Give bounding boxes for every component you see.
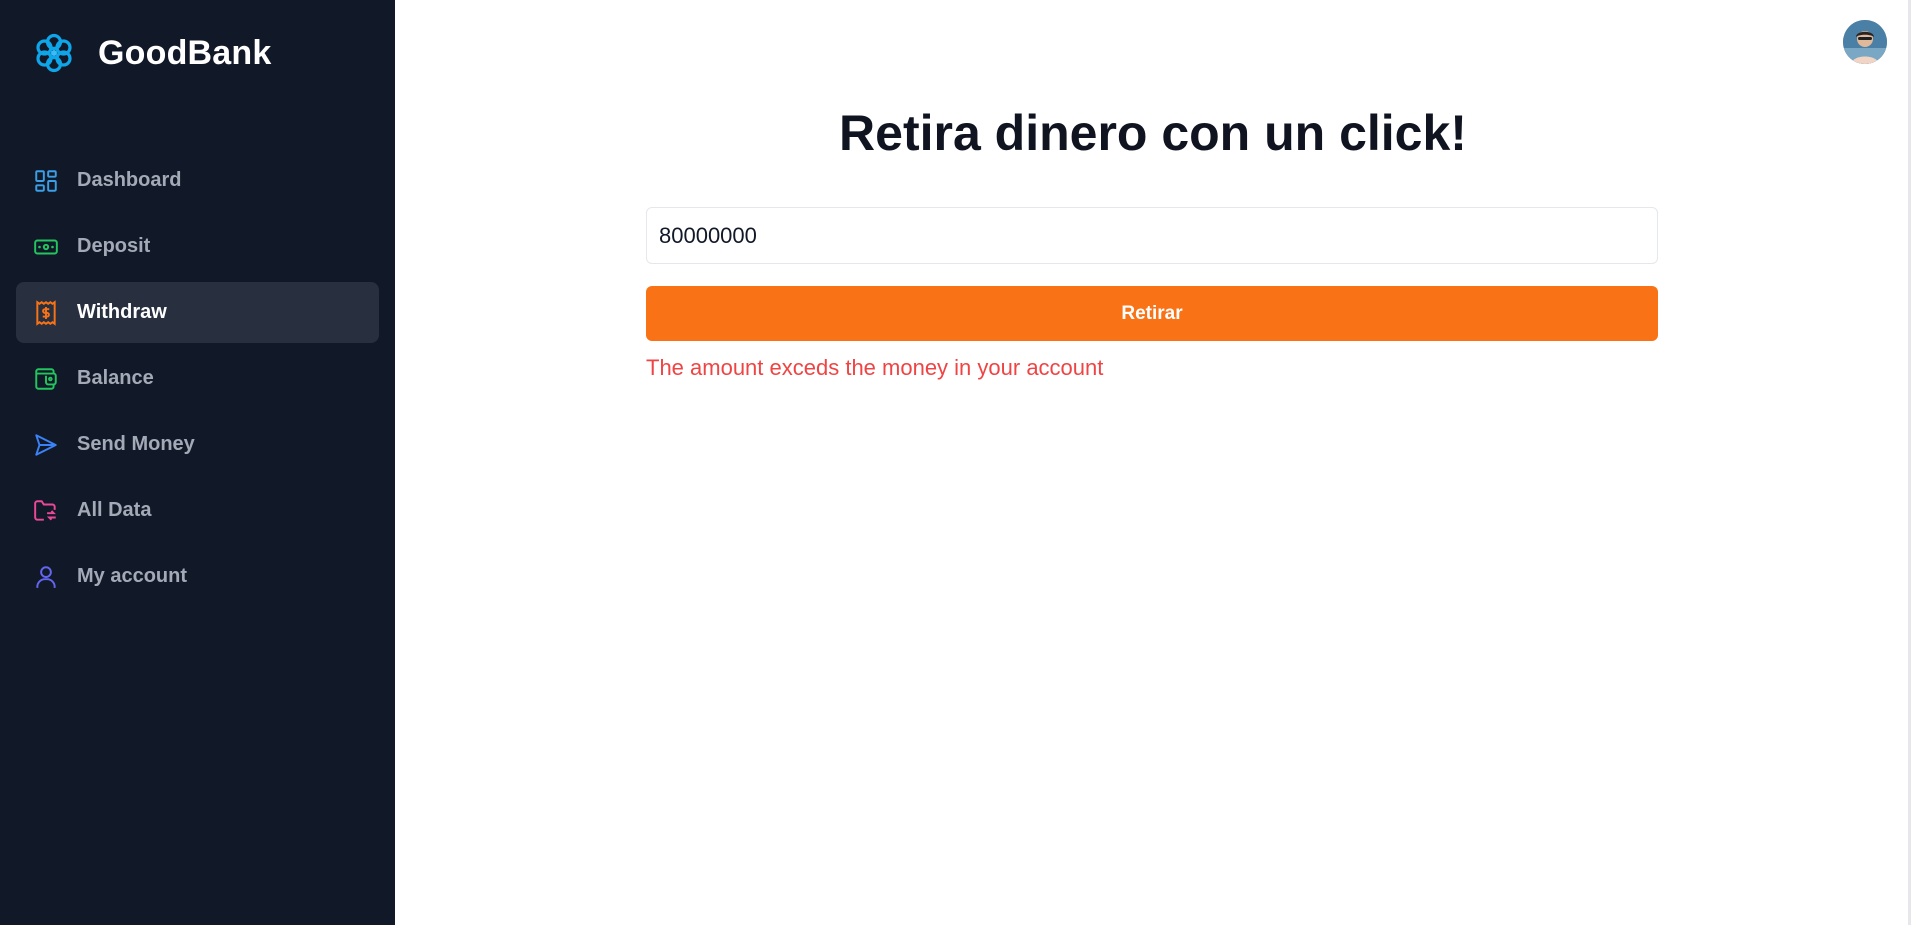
paper-plane-icon — [31, 430, 61, 460]
folder-sync-icon — [31, 496, 61, 526]
flower-logo-icon — [36, 33, 72, 73]
sidebar-item-all-data[interactable]: All Data — [16, 480, 379, 541]
sidebar-item-my-account[interactable]: My account — [16, 546, 379, 607]
wallet-icon — [31, 364, 61, 394]
sidebar-item-label: All Data — [77, 499, 152, 521]
banknote-icon — [31, 232, 61, 262]
amount-input[interactable] — [646, 207, 1658, 264]
sidebar-item-label: Deposit — [77, 235, 151, 257]
sidebar-item-label: Send Money — [77, 433, 195, 455]
withdraw-button[interactable]: Retirar — [646, 286, 1658, 341]
error-message: The amount exceds the money in your acco… — [646, 355, 1104, 380]
brand[interactable]: GoodBank — [32, 30, 272, 76]
brand-name: GoodBank — [98, 33, 272, 72]
sidebar-item-balance[interactable]: Balance — [16, 348, 379, 409]
sidebar-item-withdraw[interactable]: Withdraw — [16, 282, 379, 343]
sidebar-item-deposit[interactable]: Deposit — [16, 216, 379, 277]
page-title: Retira dinero con un click! — [839, 105, 1467, 161]
sidebar-item-dashboard[interactable]: Dashboard — [16, 150, 379, 211]
receipt-dollar-icon — [31, 298, 61, 328]
avatar[interactable] — [1843, 20, 1887, 64]
sidebar-item-label: Withdraw — [77, 301, 167, 323]
sidebar-item-label: Balance — [77, 367, 154, 389]
sidebar-item-label: Dashboard — [77, 169, 182, 191]
app-root: GoodBank Dashboard Deposit Withdraw Bala… — [0, 0, 1911, 925]
sidebar: GoodBank Dashboard Deposit Withdraw Bala… — [0, 0, 395, 925]
sidebar-item-label: My account — [77, 565, 188, 587]
user-icon — [31, 562, 61, 592]
main-content: Retira dinero con un click! Retirar The … — [395, 0, 1911, 925]
sidebar-nav: Dashboard Deposit Withdraw Balance Send … — [16, 150, 379, 612]
dashboard-grid-icon — [31, 166, 61, 196]
profile-photo-icon — [1843, 20, 1887, 64]
sidebar-item-send-money[interactable]: Send Money — [16, 414, 379, 475]
